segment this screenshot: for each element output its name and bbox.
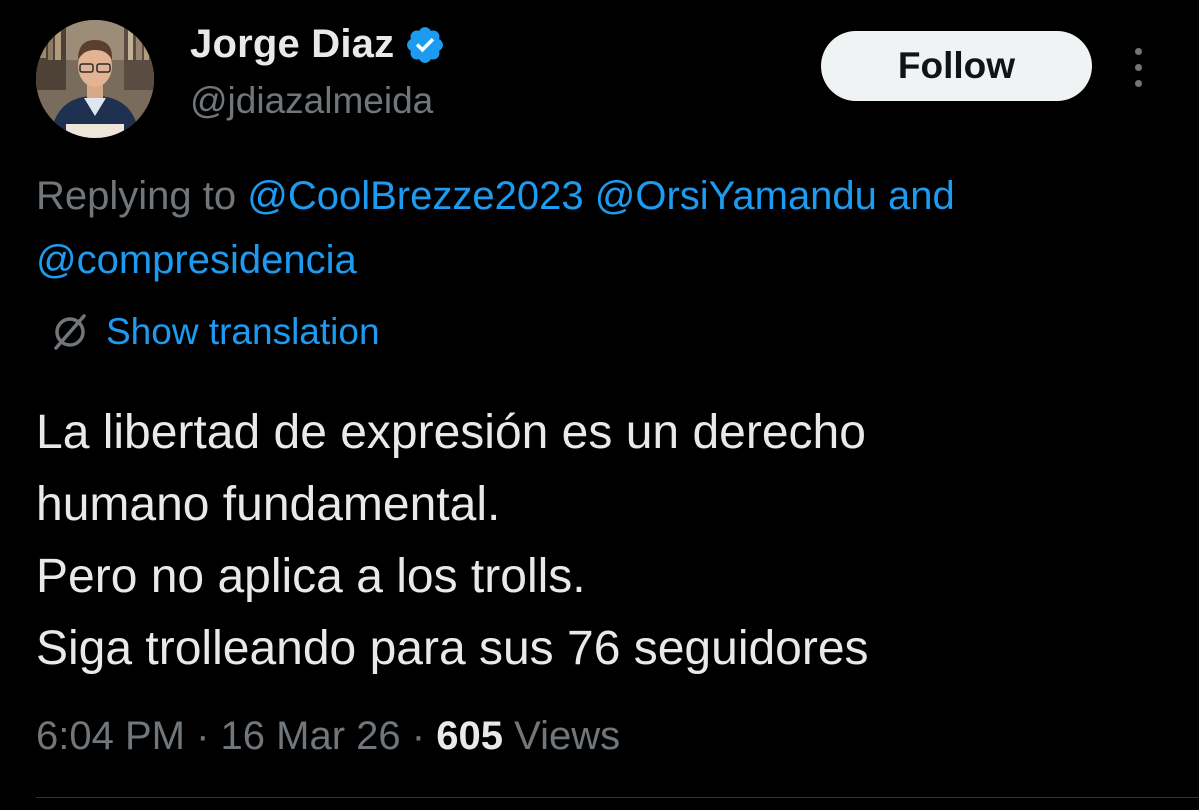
author-handle[interactable]: @jdiazalmeida	[190, 80, 433, 122]
reply-prefix: Replying to	[36, 174, 237, 218]
mention-and-link[interactable]: and	[888, 174, 955, 218]
divider	[36, 797, 1199, 798]
avatar-photo	[36, 20, 154, 138]
mention-link[interactable]: @compresidencia	[36, 238, 357, 282]
meta-separator: ·	[196, 714, 210, 758]
reply-context: Replying to @CoolBrezze2023 @OrsiYamandu…	[36, 166, 955, 226]
views-label: Views	[514, 714, 621, 758]
tweet-text-line: Pero no aplica a los trolls.	[36, 550, 586, 603]
tweet-time[interactable]: 6:04 PM	[36, 714, 185, 758]
author-name-row: Jorge Diaz	[190, 22, 446, 67]
show-translation-button[interactable]: Show translation	[48, 310, 380, 354]
tweet-metadata: 6:04 PM · 16 Mar 26 · 605 Views	[36, 708, 620, 764]
avatar[interactable]	[36, 20, 154, 138]
views-count: 605	[436, 714, 503, 758]
tweet-text-line: humano fundamental.	[36, 478, 501, 531]
show-translation-label: Show translation	[106, 311, 380, 352]
meta-separator: ·	[411, 714, 426, 758]
more-vertical-icon[interactable]	[1124, 44, 1154, 90]
follow-button[interactable]: Follow	[821, 31, 1092, 101]
tweet-date[interactable]: 16 Mar 26	[221, 714, 401, 758]
tweet-text-line: La libertad de expresión es un derecho	[36, 406, 866, 459]
author-display-name[interactable]: Jorge Diaz	[190, 22, 394, 67]
mention-link[interactable]: @OrsiYamandu	[595, 174, 877, 218]
reply-context-continued: @compresidencia	[36, 230, 357, 290]
tweet-detail: Jorge Diaz @jdiazalmeida Follow Replying…	[0, 0, 1199, 810]
tweet-text-line: Siga trolleando para sus 76 seguidores	[36, 622, 869, 675]
mention-link[interactable]: @CoolBrezze2023	[247, 174, 583, 218]
verified-badge-icon[interactable]	[404, 24, 446, 66]
translate-icon	[54, 314, 86, 350]
